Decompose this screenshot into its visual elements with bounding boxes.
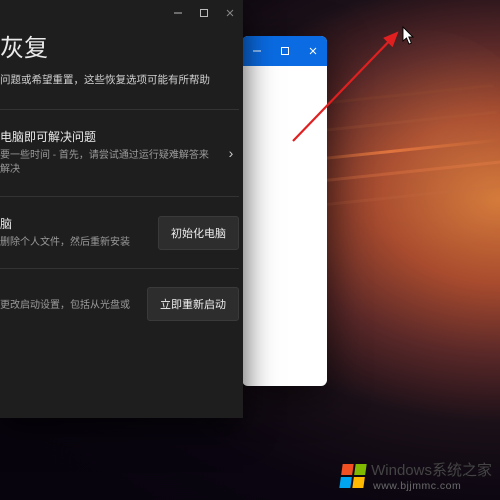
background-window <box>242 36 327 386</box>
page-title: 灰复 <box>0 26 239 73</box>
section-subtitle: 要一些时间 - 首先，请尝试通过运行疑难解答来解决 <box>0 149 209 178</box>
settings-window: 灰复 问题或希望重置，这些恢复选项可能有所帮助 电脑即可解决问题 要一些时间 -… <box>0 0 243 418</box>
watermark-url: www.bjjmmc.com <box>373 480 492 492</box>
restart-now-button[interactable]: 立即重新启动 <box>147 287 239 321</box>
settings-titlebar <box>0 0 243 26</box>
chevron-right-icon: › <box>223 145 239 161</box>
reset-pc-section: 脑 删除个人文件，然后重新安装 初始化电脑 <box>0 196 239 269</box>
close-button[interactable] <box>299 36 327 66</box>
watermark-brand: Windows <box>371 462 432 479</box>
close-button[interactable] <box>217 0 243 26</box>
background-window-titlebar <box>242 36 327 66</box>
troubleshoot-section[interactable]: 电脑即可解决问题 要一些时间 - 首先，请尝试通过运行疑难解答来解决 › <box>0 109 239 196</box>
windows-logo-icon <box>339 464 366 488</box>
section-title: 电脑即可解决问题 <box>0 128 209 145</box>
settings-content: 灰复 问题或希望重置，这些恢复选项可能有所帮助 电脑即可解决问题 要一些时间 -… <box>0 26 243 339</box>
section-title: 脑 <box>0 215 144 232</box>
section-subtitle: 删除个人文件，然后重新安装 <box>0 236 144 251</box>
advanced-startup-section: 更改启动设置，包括从光盘或 立即重新启动 <box>0 268 239 339</box>
watermark-tagline: 系统之家 <box>432 462 492 479</box>
maximize-button[interactable] <box>191 0 217 26</box>
watermark: Windows系统之家 www.bjjmmc.com <box>341 459 492 492</box>
section-subtitle: 更改启动设置，包括从光盘或 <box>0 299 133 314</box>
page-description: 问题或希望重置，这些恢复选项可能有所帮助 <box>0 73 239 109</box>
minimize-button[interactable] <box>243 36 271 66</box>
maximize-button[interactable] <box>271 36 299 66</box>
minimize-button[interactable] <box>165 0 191 26</box>
reset-pc-button[interactable]: 初始化电脑 <box>158 216 239 250</box>
